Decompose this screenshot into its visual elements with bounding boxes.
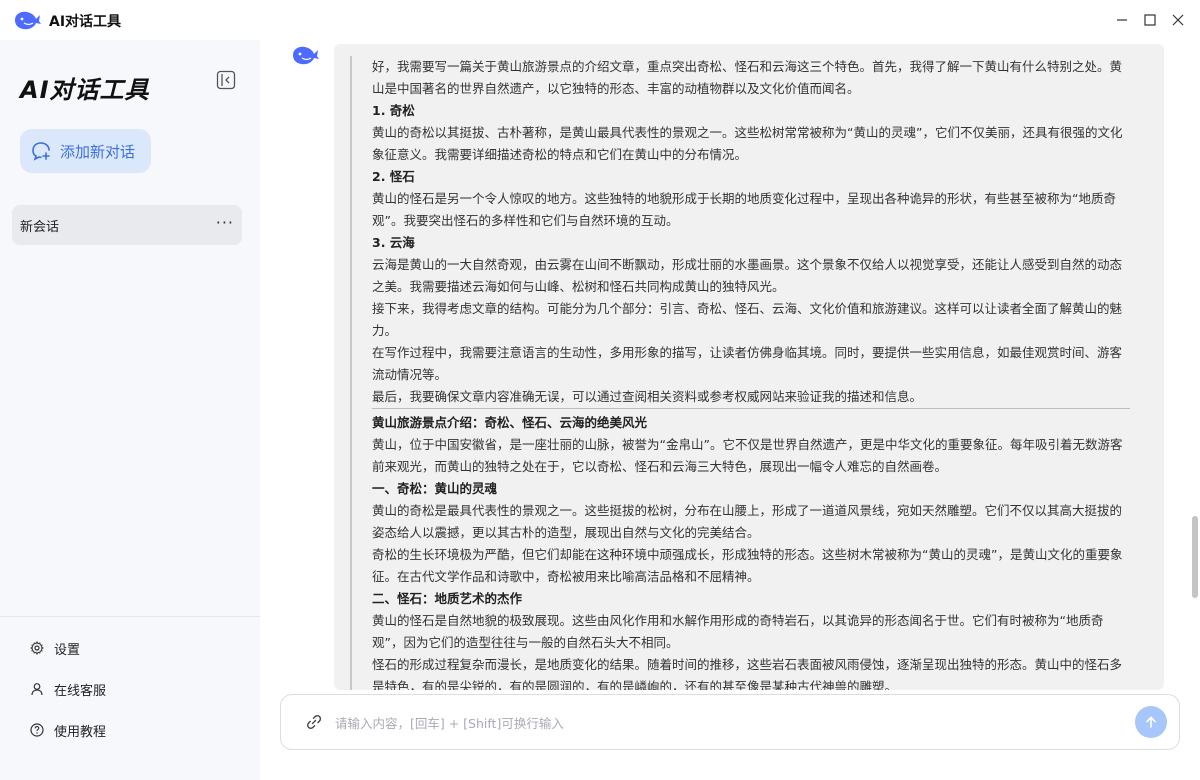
assistant-message: 好，我需要写一篇关于黄山旅游景点的介绍文章，重点突出奇松、怪石和云海这三个特色。… — [334, 44, 1164, 690]
answer-heading: 一、奇松：黄山的灵魂 — [372, 481, 498, 496]
answer-paragraph: 奇松的生长环境极为严酷，但它们却能在这种环境中顽强成长，形成独特的形态。这些树木… — [372, 547, 1123, 584]
add-new-chat-label: 添加新对话 — [60, 142, 136, 161]
chat-area: 好，我需要写一篇关于黄山旅游景点的介绍文章，重点突出奇松、怪石和云海这三个特色。… — [260, 40, 1200, 780]
thinking-heading: 2. 怪石 — [372, 169, 415, 184]
thinking-divider — [372, 408, 1130, 409]
answer-heading: 二、怪石：地质艺术的杰作 — [372, 591, 523, 606]
thinking-paragraph: 在写作过程中，我需要注意语言的生动性，多用形象的描写，让读者仿佛身临其境。同时，… — [372, 345, 1123, 382]
link-icon[interactable] — [305, 713, 323, 731]
whale-icon — [15, 11, 41, 30]
user-icon — [31, 683, 43, 696]
add-new-chat-button[interactable]: 添加新对话 — [20, 129, 151, 173]
answer-paragraph: 黄山的奇松是最具代表性的景观之一。这些挺拔的松树，分布在山腰上，形成了一道道风景… — [372, 503, 1123, 540]
sidebar: AI对话工具 添加新对话 新会话 ··· 设置 在线客服 使用教程 — [0, 40, 260, 780]
sidebar-item-label: 在线客服 — [54, 683, 107, 699]
thinking-heading: 1. 奇松 — [372, 103, 415, 118]
sidebar-divider — [0, 616, 260, 617]
minimize-button[interactable] — [1112, 10, 1132, 30]
thinking-paragraph: 好，我需要写一篇关于黄山旅游景点的介绍文章，重点突出奇松、怪石和云海这三个特色。… — [372, 59, 1123, 96]
minimize-icon — [1117, 19, 1127, 21]
gear-icon — [30, 641, 44, 655]
thinking-paragraph: 云海是黄山的一大自然奇观，由云雾在山间不断飘动，形成壮丽的水墨画景。这个景象不仅… — [372, 257, 1123, 294]
answer-paragraph: 怪石的形成过程复杂而漫长，是地质变化的结果。随着时间的推移，这些岩石表面被风雨侵… — [372, 657, 1123, 690]
send-button[interactable] — [1135, 706, 1167, 738]
sidebar-item-label: 使用教程 — [54, 724, 107, 740]
title-bar: AI对话工具 — [0, 0, 1200, 40]
sidebar-brand: AI对话工具 — [20, 76, 150, 104]
session-item[interactable]: 新会话 ··· — [12, 205, 242, 245]
chat-scrollbar-thumb[interactable] — [1192, 516, 1198, 598]
thinking-paragraph: 接下来，我得考虑文章的结构。可能分为几个部分：引言、奇松、怪石、云海、文化价值和… — [372, 301, 1123, 338]
thinking-heading: 3. 云海 — [372, 235, 415, 250]
sidebar-item-tutorial[interactable]: 使用教程 — [30, 719, 106, 741]
chat-input-box — [280, 694, 1180, 750]
maximize-button[interactable] — [1140, 10, 1160, 30]
thinking-block: 好，我需要写一篇关于黄山旅游景点的介绍文章，重点突出奇松、怪石和云海这三个特色。… — [350, 56, 1130, 690]
sidebar-item-online-support[interactable]: 在线客服 — [30, 678, 106, 700]
thinking-paragraph: 黄山的奇松以其挺拔、古朴著称，是黄山最具代表性的景观之一。这些松树常常被称为“黄… — [372, 125, 1123, 162]
chat-input[interactable] — [335, 709, 1115, 737]
session-item-label: 新会话 — [20, 219, 60, 235]
session-more-button[interactable]: ··· — [216, 213, 234, 232]
sidebar-item-settings[interactable]: 设置 — [30, 637, 80, 659]
app-title: AI对话工具 — [49, 14, 122, 30]
thinking-paragraph: 最后，我要确保文章内容准确无误，可以通过查阅相关资料或参考权威网站来验证我的描述… — [372, 389, 923, 404]
close-icon — [1172, 14, 1184, 26]
collapse-sidebar-icon — [216, 70, 236, 90]
collapse-sidebar-button[interactable] — [216, 70, 236, 90]
whale-icon — [293, 46, 319, 65]
sidebar-item-label: 设置 — [54, 642, 81, 658]
new-chat-icon — [32, 142, 50, 161]
thinking-paragraph: 黄山的怪石是另一个令人惊叹的地方。这些独特的地貌形成于长期的地质变化过程中，呈现… — [372, 191, 1116, 228]
answer-paragraph: 黄山，位于中国安徽省，是一座壮丽的山脉，被誉为“金帛山”。它不仅是世界自然遗产，… — [372, 437, 1123, 474]
answer-title: 黄山旅游景点介绍：奇松、怪石、云海的绝美风光 — [372, 415, 648, 430]
arrow-up-icon — [1146, 716, 1156, 728]
maximize-icon — [1144, 14, 1156, 26]
help-icon — [30, 723, 44, 737]
answer-paragraph: 黄山的怪石是自然地貌的极致展现。这些由风化作用和水解作用形成的奇特岩石，以其诡异… — [372, 613, 1104, 650]
close-button[interactable] — [1168, 10, 1188, 30]
